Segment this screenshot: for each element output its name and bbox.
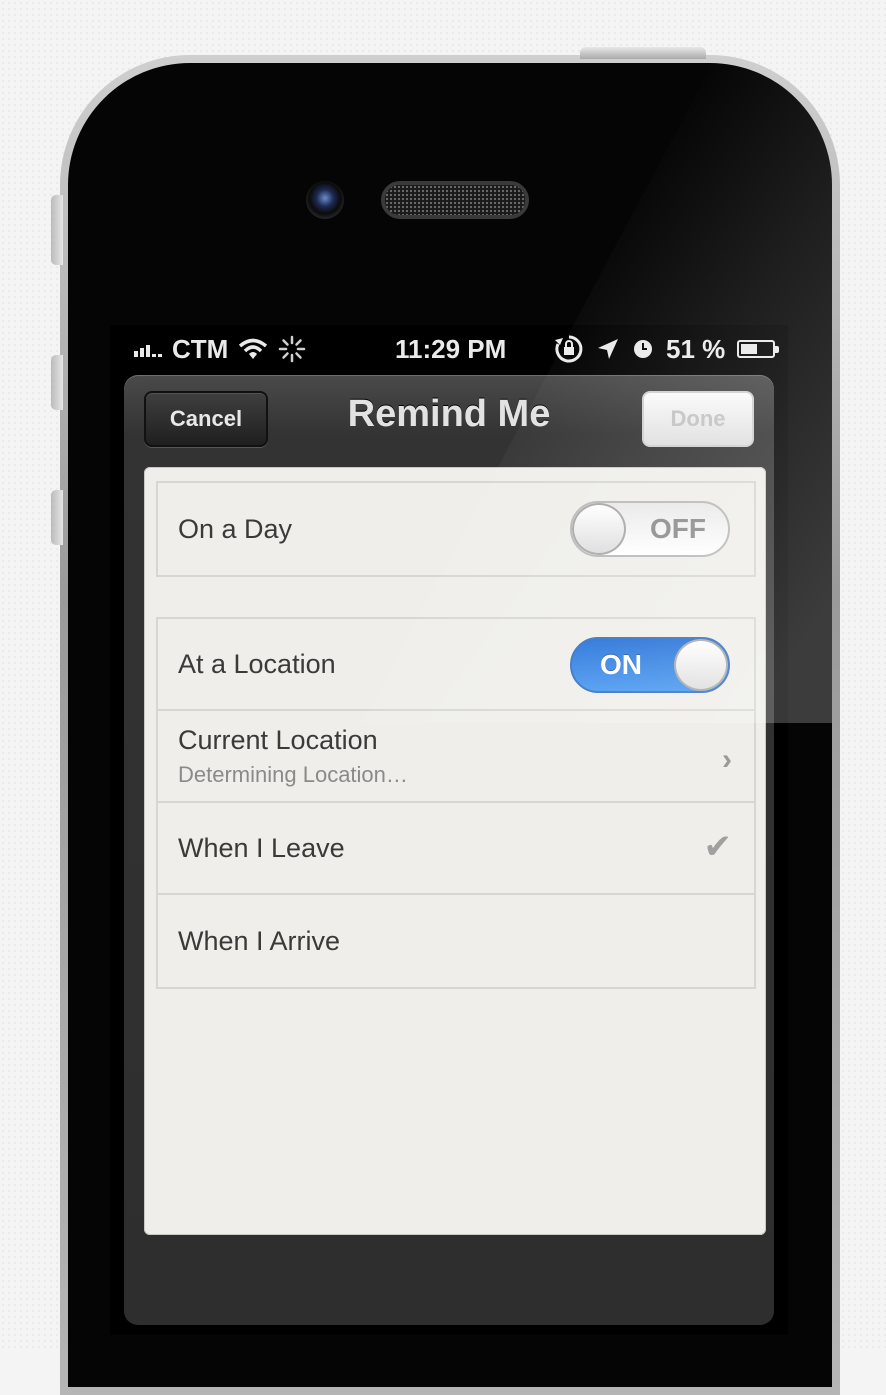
status-bar: CTM 11:29 PM 51 % <box>110 325 788 373</box>
carrier-name: CTM <box>172 333 229 364</box>
on-day-group: On a Day OFF <box>156 481 756 577</box>
mute-switch <box>51 195 63 265</box>
phone-face: CTM 11:29 PM 51 % Cancel Remind Me Done … <box>68 63 832 1387</box>
phone-frame: CTM 11:29 PM 51 % Cancel Remind Me Done … <box>60 55 840 1395</box>
front-camera-icon <box>306 181 344 219</box>
earpiece-speaker <box>381 181 529 219</box>
checkmark-icon: ✔ <box>703 828 733 866</box>
wifi-icon <box>239 338 268 359</box>
at-a-location-label: At a Location <box>178 648 336 679</box>
when-i-arrive-label: When I Arrive <box>178 925 341 956</box>
settings-content: On a Day OFF At a Location ON Current Lo… <box>144 467 766 1235</box>
toggle-knob <box>572 503 626 555</box>
toggle-state-label: ON <box>600 649 642 680</box>
volume-up-button <box>51 355 63 410</box>
at-a-location-row: At a Location ON <box>158 619 754 711</box>
volume-down-button <box>51 490 63 545</box>
on-a-day-row: On a Day OFF <box>158 483 754 575</box>
at-a-location-toggle[interactable]: ON <box>570 637 730 693</box>
rotation-lock-icon <box>555 335 583 363</box>
location-arrow-icon <box>598 339 618 359</box>
chevron-right-icon: › <box>722 743 732 776</box>
remind-me-sheet: Cancel Remind Me Done On a Day OFF At a … <box>124 375 774 1325</box>
current-location-title: Current Location <box>178 724 378 755</box>
when-i-leave-row[interactable]: When I Leave ✔ <box>158 803 754 895</box>
nav-bar: Cancel Remind Me Done <box>124 375 774 467</box>
done-button[interactable]: Done <box>642 391 754 447</box>
when-i-arrive-row[interactable]: When I Arrive <box>158 895 754 987</box>
alarm-clock-icon <box>634 340 652 358</box>
signal-icon <box>134 341 162 357</box>
battery-icon <box>737 340 780 358</box>
battery-fill <box>741 344 757 354</box>
location-group: At a Location ON Current Location Determ… <box>156 617 756 989</box>
battery-percent: 51 % <box>666 333 726 364</box>
sleep-wake-button <box>580 47 706 59</box>
on-a-day-label: On a Day <box>178 513 293 544</box>
current-location-subtitle: Determining Location… <box>178 761 408 787</box>
activity-spinner-icon <box>279 335 306 363</box>
status-time: 11:29 PM <box>395 333 507 364</box>
toggle-knob <box>674 639 728 691</box>
screen: CTM 11:29 PM 51 % Cancel Remind Me Done … <box>110 325 788 1335</box>
on-a-day-toggle[interactable]: OFF <box>570 501 730 557</box>
toggle-state-label: OFF <box>650 513 706 544</box>
current-location-row[interactable]: Current Location Determining Location… › <box>158 711 754 803</box>
when-i-leave-label: When I Leave <box>178 832 345 863</box>
